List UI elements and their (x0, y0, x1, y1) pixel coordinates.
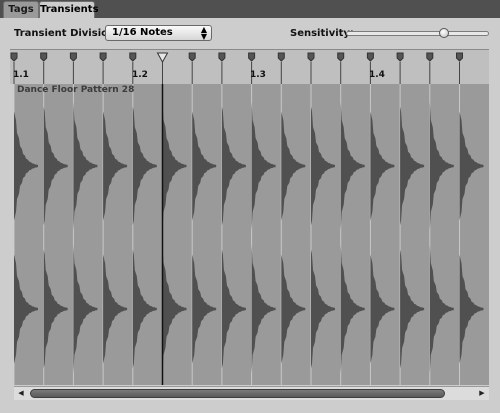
transient-marker-icon[interactable] (218, 52, 226, 62)
playhead-marker-icon[interactable] (156, 52, 169, 64)
transient-division-label: Transient Division: (14, 28, 120, 39)
transient-marker-icon[interactable] (396, 52, 404, 62)
tab-bar: Tags Transients (0, 0, 500, 18)
transient-marker-icon[interactable] (456, 52, 463, 62)
region-name: Dance Floor Pattern 28 (17, 85, 135, 95)
transient-division-select[interactable]: 1/16 Notes ▲ ▼ (105, 25, 212, 41)
ruler-label-1-2: 1.2 (132, 70, 148, 80)
transient-marker-icon[interactable] (40, 52, 48, 62)
waveform-display[interactable] (14, 84, 489, 385)
transient-marker-icon[interactable] (69, 52, 77, 62)
bar-ruler[interactable]: 1.1 1.2 1.3 1.4 (10, 49, 489, 84)
horizontal-scrollbar[interactable]: ◀ ▶ (14, 386, 489, 400)
transient-marker-icon[interactable] (337, 52, 345, 62)
scroll-right-arrow-icon[interactable]: ▶ (476, 388, 488, 399)
tab-transients[interactable]: Transients (39, 1, 99, 18)
transient-marker-icon[interactable] (307, 52, 315, 62)
sensitivity-label: Sensitivity: (290, 28, 354, 39)
transient-marker-icon[interactable] (10, 52, 18, 62)
transient-marker-icon[interactable] (188, 52, 196, 62)
ruler-label-1-1: 1.1 (13, 70, 29, 80)
transient-marker-icon[interactable] (366, 52, 374, 62)
tab-tags[interactable]: Tags (3, 1, 39, 18)
transient-division-value: 1/16 Notes (112, 27, 173, 38)
scroll-left-arrow-icon[interactable]: ◀ (15, 388, 27, 399)
transient-marker-icon[interactable] (99, 52, 107, 62)
transients-editor-window: Tags Transients Transient Division: 1/16… (0, 0, 500, 413)
transient-marker-icon[interactable] (248, 52, 256, 62)
ruler-label-1-4: 1.4 (369, 70, 385, 80)
sensitivity-slider-track[interactable] (346, 31, 489, 36)
transient-marker-icon[interactable] (277, 52, 285, 62)
transient-marker-icon[interactable] (129, 52, 137, 62)
sensitivity-slider-thumb[interactable] (439, 28, 450, 38)
ruler-label-1-3: 1.3 (250, 70, 266, 80)
transient-marker-icon[interactable] (426, 52, 434, 62)
scroll-thumb[interactable] (30, 389, 445, 398)
select-arrows-icon: ▲ ▼ (200, 25, 207, 41)
